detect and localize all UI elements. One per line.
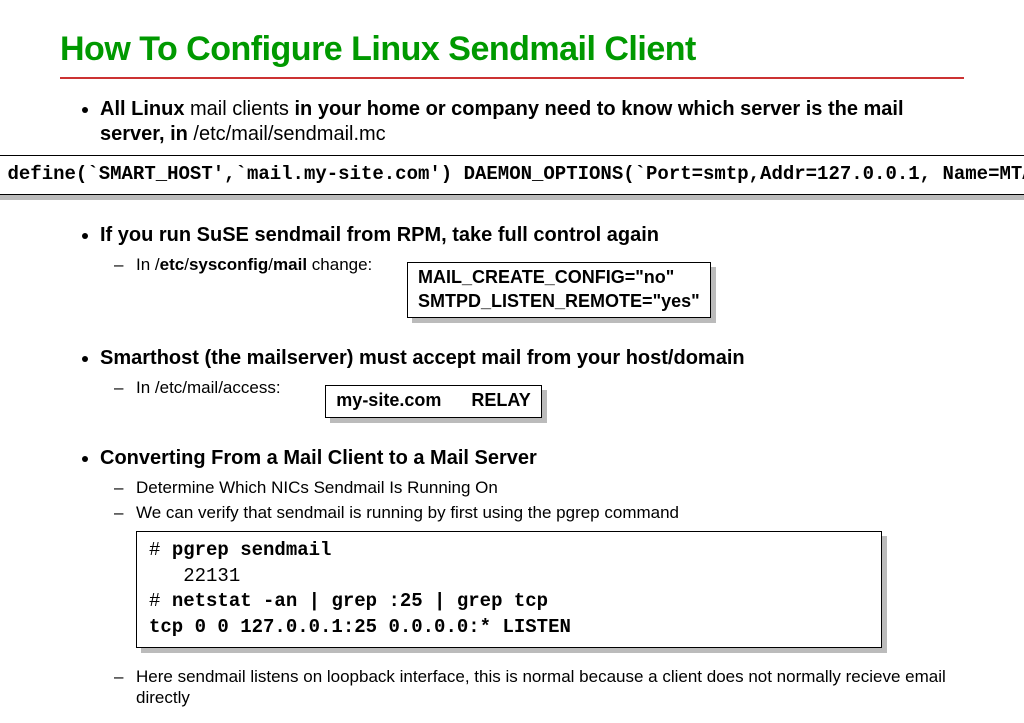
- bullet-4-sub3: Here sendmail listens on loopback interf…: [136, 666, 964, 709]
- text: etc: [160, 255, 185, 274]
- text: If you run SuSE sendmail from RPM, take …: [100, 224, 659, 246]
- codebox-row-1: define(`SMART_HOST',`mail.my-site.com') …: [100, 147, 964, 209]
- bullet-2: If you run SuSE sendmail from RPM, take …: [100, 223, 964, 333]
- text: Smarthost (the mailserver) must accept m…: [100, 347, 745, 369]
- bullet-1: All Linux mail clients in your home or c…: [100, 97, 964, 209]
- bullet-4-sub2: We can verify that sendmail is running b…: [136, 502, 964, 662]
- bullet-3: Smarthost (the mailserver) must accept m…: [100, 346, 964, 431]
- text: sysconfig: [189, 255, 268, 274]
- code-line: my-site.com RELAY: [336, 390, 530, 410]
- text: Determine Which NICs Sendmail Is Running…: [136, 478, 498, 497]
- code-line: DAEMON_OPTIONS(`Port=smtp,Addr=127.0.0.1…: [464, 163, 1024, 185]
- bullet-list: All Linux mail clients in your home or c…: [60, 97, 964, 708]
- codebox-2: MAIL_CREATE_CONFIG="no" SMTPD_LISTEN_REM…: [407, 262, 711, 319]
- text: Here sendmail listens on loopback interf…: [136, 667, 946, 707]
- code-line: MAIL_CREATE_CONFIG="no": [418, 267, 674, 287]
- text: mail: [273, 255, 307, 274]
- text: In /etc/mail/access:: [136, 378, 281, 397]
- title-rule: [60, 77, 964, 79]
- codebox-4: # pgrep sendmail 22131 # netstat -an | g…: [136, 531, 882, 648]
- text: change:: [307, 255, 372, 274]
- codebox-row-4: # pgrep sendmail 22131 # netstat -an | g…: [136, 523, 964, 662]
- bullet-4-sub1: Determine Which NICs Sendmail Is Running…: [136, 477, 964, 498]
- code-prompt: #: [149, 590, 172, 612]
- text: Converting From a Mail Client to a Mail …: [100, 447, 537, 469]
- code-prompt: #: [149, 539, 172, 561]
- bullet-4: Converting From a Mail Client to a Mail …: [100, 446, 964, 709]
- code-cmd: pgrep sendmail: [172, 539, 332, 561]
- code-line: tcp 0 0 127.0.0.1:25 0.0.0.0:* LISTEN: [149, 616, 571, 638]
- code-cmd: netstat -an | grep :25 | grep tcp: [172, 590, 548, 612]
- text: All Linux: [100, 98, 184, 120]
- code-line: define(`SMART_HOST',`mail.my-site.com'): [8, 163, 453, 185]
- text: In /: [136, 255, 160, 274]
- code-line: 22131: [149, 565, 240, 587]
- bullet-2-sub: In /etc/sysconfig/mail change: MAIL_CREA…: [136, 254, 964, 333]
- bullet-3-sub: In /etc/mail/access: my-site.com RELAY: [136, 377, 964, 431]
- text: mail clients: [184, 98, 294, 120]
- code-line: SMTPD_LISTEN_REMOTE="yes": [418, 291, 700, 311]
- text: We can verify that sendmail is running b…: [136, 503, 679, 522]
- slide-title: How To Configure Linux Sendmail Client: [60, 30, 964, 69]
- codebox-3: my-site.com RELAY: [325, 385, 541, 417]
- text: /etc/mail/sendmail.mc: [193, 123, 385, 145]
- codebox-1: define(`SMART_HOST',`mail.my-site.com') …: [0, 155, 1024, 195]
